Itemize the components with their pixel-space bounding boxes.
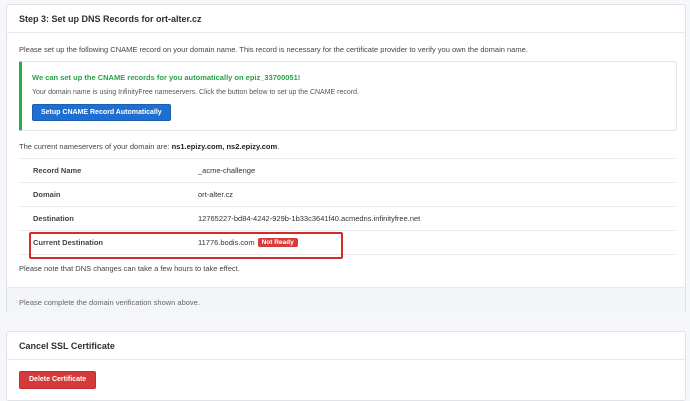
current-destination-value: 11776.bodis.com bbox=[198, 237, 255, 247]
nameserver-1: ns1.epizy.com bbox=[171, 142, 223, 151]
cancel-title: Cancel SSL Certificate bbox=[7, 332, 685, 360]
verification-footer: Please complete the domain verification … bbox=[7, 287, 685, 314]
status-badge: Not Ready bbox=[257, 238, 298, 248]
nameservers-line: The current nameservers of your domain a… bbox=[19, 142, 279, 151]
table-row: Record Name _acme-challenge bbox=[19, 158, 675, 183]
table-row: Current Destination 11776.bodis.com Not R… bbox=[19, 230, 675, 255]
nameservers-suffix: . bbox=[277, 142, 280, 151]
destination-label: Destination bbox=[19, 206, 198, 231]
auto-setup-callout: We can set up the CNAME records for you … bbox=[19, 61, 677, 131]
callout-title: We can set up the CNAME records for you … bbox=[32, 73, 301, 82]
destination-value: 12765227-bd84-4242-929b-1b33c3641f40.acm… bbox=[198, 206, 675, 231]
nameserver-2: ns2.epizy.com bbox=[226, 142, 278, 151]
callout-body: Your domain name is using InfinityFree n… bbox=[32, 89, 359, 96]
dns-record-table: Record Name _acme-challenge Domain ort-a… bbox=[19, 158, 675, 255]
nameservers-prefix: The current nameservers of your domain a… bbox=[19, 142, 170, 151]
current-destination-cell: 11776.bodis.com Not Ready bbox=[198, 230, 675, 255]
record-name-label: Record Name bbox=[19, 158, 198, 183]
setup-cname-button[interactable]: Setup CNAME Record Automatically bbox=[32, 104, 171, 121]
domain-label: Domain bbox=[19, 182, 198, 207]
domain-value: ort-alter.cz bbox=[198, 182, 675, 207]
table-row: Domain ort-alter.cz bbox=[19, 182, 675, 207]
delete-certificate-button[interactable]: Delete Certificate bbox=[19, 371, 97, 389]
dns-propagation-note: Please note that DNS changes can take a … bbox=[19, 264, 240, 273]
intro-text: Please set up the following CNAME record… bbox=[19, 45, 528, 54]
record-name-value: _acme-challenge bbox=[198, 158, 675, 183]
step-title: Step 3: Set up DNS Records for ort-alter… bbox=[7, 5, 685, 33]
table-row: Destination 12765227-bd84-4242-929b-1b33… bbox=[19, 206, 675, 231]
cancel-certificate-card: Cancel SSL Certificate Delete Certificat… bbox=[6, 331, 686, 401]
current-destination-label: Current Destination bbox=[19, 230, 198, 255]
dns-setup-card: Step 3: Set up DNS Records for ort-alter… bbox=[6, 4, 686, 314]
